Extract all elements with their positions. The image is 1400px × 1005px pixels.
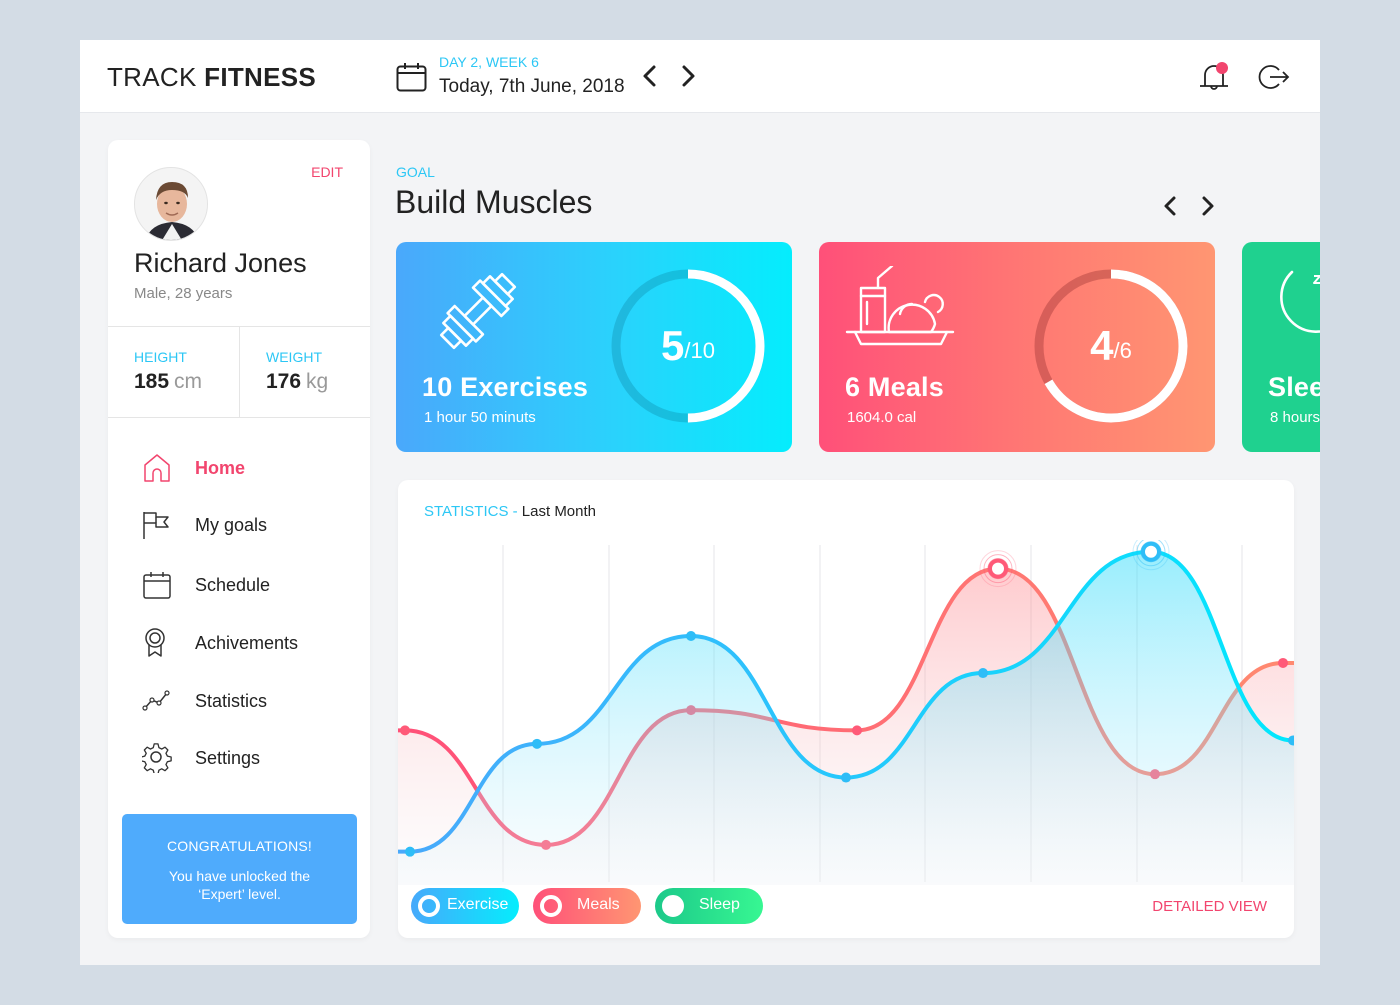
height-label: HEIGHT: [134, 349, 187, 365]
flag-icon: [143, 512, 169, 539]
calendar-icon: [143, 572, 171, 599]
statistics-panel: STATISTICS - Last Month Exercise Meals S…: [398, 480, 1294, 938]
metrics-divider: [239, 327, 240, 417]
body-metrics: HEIGHT 185 cm WEIGHT 176 kg: [108, 326, 370, 418]
sleep-card[interactable]: Sleep 8 hours: [1242, 242, 1320, 452]
exercise-point: [978, 668, 988, 679]
meals-point: [1278, 657, 1288, 668]
edit-profile-link[interactable]: EDIT: [311, 164, 343, 180]
logout-icon[interactable]: [1257, 62, 1291, 92]
meals-highlight-point: [988, 558, 1008, 579]
date-week-label: DAY 2, WEEK 6: [439, 54, 539, 70]
legend-exercise-toggle[interactable]: Exercise: [411, 888, 519, 924]
toggle-indicator: [662, 895, 684, 917]
sidebar: EDIT Richard Jones Male, 28 years HEIGHT…: [108, 140, 370, 938]
chevron-right-icon[interactable]: [678, 64, 698, 88]
award-icon: [145, 628, 165, 657]
calendar-icon[interactable]: [396, 62, 427, 92]
exercise-point: [405, 846, 415, 857]
exercise-card-title: 10 Exercises: [422, 372, 589, 402]
chevron-left-icon[interactable]: [1160, 194, 1180, 218]
sidebar-item-statistics[interactable]: Statistics: [142, 683, 352, 719]
home-icon: [144, 454, 170, 482]
toggle-indicator: [540, 895, 562, 917]
dumbbell-icon: [439, 272, 517, 350]
legend-sleep-toggle[interactable]: Sleep: [655, 888, 763, 924]
user-details: Male, 28 years: [134, 285, 233, 302]
goal-label: GOAL: [396, 164, 435, 180]
current-date: Today, 7th June, 2018: [439, 76, 625, 97]
weight-label: WEIGHT: [266, 349, 322, 365]
exercise-card[interactable]: 10 Exercises 1 hour 50 minuts 5/10: [396, 242, 792, 452]
brand-logo: TRACK FITNESS: [107, 62, 317, 92]
notification-dot: [1216, 62, 1228, 74]
meal-icon: [845, 266, 955, 346]
sleep-card-subtitle: 8 hours: [1270, 409, 1320, 426]
weight-value: 176 kg: [266, 370, 329, 393]
height-value: 185 cm: [134, 370, 203, 393]
exercise-card-subtitle: 1 hour 50 minuts: [424, 409, 536, 426]
chevron-right-icon[interactable]: [1198, 194, 1218, 218]
sidebar-item-settings[interactable]: Settings: [142, 740, 352, 776]
congrats-text: You have unlocked the ‘Expert’ level.: [168, 868, 311, 902]
gear-icon: [142, 743, 172, 773]
legend-meals-toggle[interactable]: Meals: [533, 888, 641, 924]
meals-point: [400, 725, 410, 736]
sidebar-item-achievements[interactable]: Achivements: [142, 625, 352, 661]
bell-icon[interactable]: [1197, 60, 1231, 94]
sidebar-item-my-goals[interactable]: My goals: [142, 507, 352, 543]
toggle-indicator: [418, 895, 440, 917]
statistics-chart[interactable]: [398, 540, 1294, 885]
exercise-area: [398, 551, 1294, 885]
sidebar-item-home[interactable]: Home: [142, 450, 352, 486]
congratulations-banner: CONGRATULATIONS! You have unlocked the ‘…: [122, 814, 357, 924]
meals-card-subtitle: 1604.0 cal: [847, 409, 917, 426]
statistics-header: STATISTICS - Last Month: [424, 503, 597, 520]
meals-card[interactable]: 6 Meals 1604.0 cal 4/6: [819, 242, 1215, 452]
congrats-title: CONGRATULATIONS!: [166, 838, 313, 854]
sidebar-item-schedule[interactable]: Schedule: [142, 567, 352, 603]
sleep-card-title: Sleep: [1268, 372, 1320, 402]
top-bar: TRACK FITNESS DAY 2, WEEK 6 Today, 7th J…: [80, 40, 1320, 113]
exercise-highlight-point: [1141, 541, 1161, 562]
moon-sleep-icon: [1280, 270, 1320, 333]
exercise-point: [841, 772, 851, 783]
avatar[interactable]: [134, 167, 208, 241]
meals-point: [852, 725, 862, 736]
chevron-left-icon[interactable]: [640, 64, 660, 88]
meals-card-title: 6 Meals: [845, 372, 944, 402]
app-window: TRACK FITNESS DAY 2, WEEK 6 Today, 7th J…: [80, 40, 1320, 965]
line-chart-icon: [142, 690, 170, 711]
exercise-point: [686, 630, 696, 641]
exercise-point: [532, 738, 542, 749]
meals-progress-value: 4/6: [1090, 322, 1132, 369]
exercise-progress-value: 5/10: [661, 322, 715, 369]
user-name: Richard Jones: [134, 248, 307, 278]
goal-title: Build Muscles: [395, 184, 593, 220]
detailed-view-link[interactable]: DETAILED VIEW: [1152, 898, 1267, 915]
